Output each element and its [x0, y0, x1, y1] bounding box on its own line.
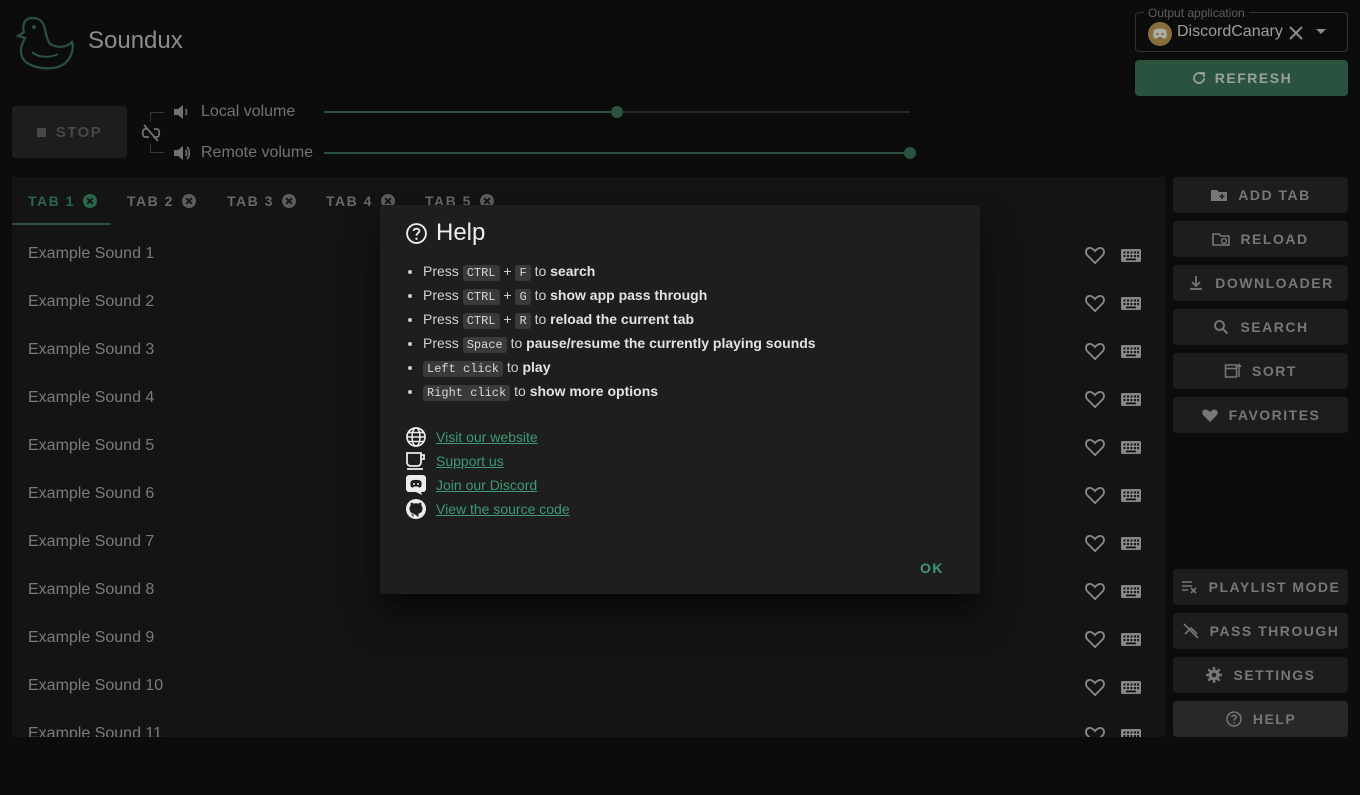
website-link-row: Visit our website: [405, 425, 538, 449]
discord-link[interactable]: Join our Discord: [436, 477, 537, 493]
dialog-title: Help: [436, 219, 486, 246]
coffee-cup-icon: [406, 452, 425, 470]
key-r: R: [515, 313, 531, 329]
website-link[interactable]: Visit our website: [436, 429, 538, 445]
source-code-link[interactable]: View the source code: [436, 501, 570, 517]
key-left-click: Left click: [423, 361, 504, 377]
help-dialog: Help Press CTRL + F to search Press CTRL…: [380, 205, 980, 594]
ok-button[interactable]: OK: [912, 553, 952, 583]
key-f: F: [515, 265, 531, 281]
key-space: Space: [462, 337, 507, 353]
globe-icon: [406, 427, 426, 447]
discord-icon: [406, 475, 426, 495]
shortcut-more-options: Right click to show more options: [423, 381, 816, 405]
shortcut-play: Left click to play: [423, 357, 816, 381]
shortcut-list: Press CTRL + F to search Press CTRL + G …: [423, 261, 816, 405]
support-link[interactable]: Support us: [436, 453, 504, 469]
support-link-row: Support us: [405, 449, 504, 473]
key-ctrl: CTRL: [462, 265, 500, 281]
shortcut-pause: Press Space to pause/resume the currentl…: [423, 333, 816, 357]
github-icon: [406, 499, 426, 519]
help-circle-icon: [406, 223, 427, 244]
source-link-row: View the source code: [405, 497, 570, 521]
key-ctrl: CTRL: [462, 313, 500, 329]
discord-link-row: Join our Discord: [405, 473, 537, 497]
key-right-click: Right click: [423, 385, 511, 401]
shortcut-reload: Press CTRL + R to reload the current tab: [423, 309, 816, 333]
shortcut-search: Press CTRL + F to search: [423, 261, 816, 285]
key-g: G: [515, 289, 531, 305]
key-ctrl: CTRL: [462, 289, 500, 305]
shortcut-pass-through: Press CTRL + G to show app pass through: [423, 285, 816, 309]
